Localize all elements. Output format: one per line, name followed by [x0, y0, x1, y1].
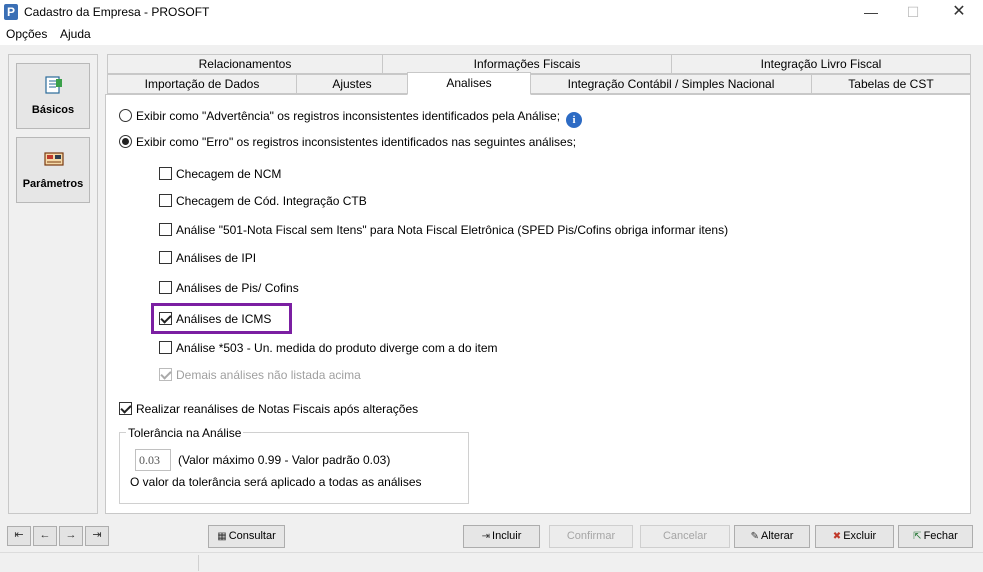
tab-integracao-livro-fiscal[interactable]: Integração Livro Fiscal — [671, 54, 971, 74]
minimize-button[interactable]: — — [848, 0, 894, 25]
checkbox-label: Análise *503 - Un. medida do produto div… — [176, 341, 498, 355]
alterar-button[interactable]: ✎ Alterar — [734, 525, 810, 548]
checkbox-501[interactable] — [159, 223, 172, 236]
checkbox-label: Checagem de Cód. Integração CTB — [176, 194, 367, 208]
check-icms-row[interactable]: Análises de ICMS — [159, 312, 271, 326]
checkbox-label: Demais análises não listada acima — [176, 368, 361, 382]
excluir-button[interactable]: ✖ Excluir — [815, 525, 894, 548]
checkbox-label: Análises de Pis/ Cofins — [176, 281, 299, 295]
button-label: Consultar — [228, 530, 276, 542]
button-label: Excluir — [843, 530, 877, 542]
tab-analises[interactable]: Analises — [407, 72, 531, 95]
checkbox-demais — [159, 368, 172, 381]
tab-informacoes-fiscais[interactable]: Informações Fiscais — [382, 54, 672, 74]
checkbox-label: Análises de IPI — [176, 251, 257, 265]
exit-icon: ⇱ — [913, 531, 922, 542]
button-label: Alterar — [760, 530, 794, 542]
settings-board-icon — [44, 152, 64, 166]
previous-record-button[interactable]: ← — [33, 526, 57, 546]
next-record-button[interactable]: → — [59, 526, 83, 546]
sidebar-item-parametros[interactable]: Parâmetros — [16, 137, 90, 203]
sidebar: Básicos Parâmetros — [8, 54, 98, 514]
tab-tabelas-de-cst[interactable]: Tabelas de CST — [811, 74, 971, 94]
checkbox-ctb[interactable] — [159, 194, 172, 207]
checkbox-pis-cofins[interactable] — [159, 281, 172, 294]
window-title: Cadastro da Empresa - PROSOFT — [24, 5, 210, 19]
tolerancia-input[interactable]: 0.03 — [135, 449, 171, 471]
menu-ajuda[interactable]: Ajuda — [60, 27, 91, 41]
maximize-button[interactable]: ☐ — [890, 0, 936, 25]
status-divider — [198, 555, 199, 571]
radio-erro-label: Exibir como "Erro" os registros inconsis… — [136, 135, 577, 149]
checkbox-ncm[interactable] — [159, 167, 172, 180]
edit-icon: ✎ — [750, 531, 759, 542]
title-bar: P Cadastro da Empresa - PROSOFT — ☐ ✕ — [0, 0, 983, 25]
checkbox-label: Análise "501-Nota Fiscal sem Itens" para… — [176, 223, 729, 237]
check-pis-cofins-row[interactable]: Análises de Pis/ Cofins — [159, 281, 299, 295]
menu-opcoes[interactable]: Opções — [6, 27, 47, 41]
radio-advertencia-row[interactable]: Exibir como "Advertência" os registros i… — [119, 109, 583, 128]
check-ncm-row[interactable]: Checagem de NCM — [159, 167, 281, 181]
tolerancia-note: O valor da tolerância será aplicado a to… — [130, 475, 422, 489]
check-demais-row: Demais análises não listada acima — [159, 368, 361, 382]
first-record-button[interactable]: ⇤ — [7, 526, 31, 546]
info-icon[interactable]: i — [566, 112, 583, 128]
tab-integracao-contabil[interactable]: Integração Contábil / Simples Nacional — [530, 74, 812, 94]
checkbox-ipi[interactable] — [159, 251, 172, 264]
radio-advertencia[interactable] — [119, 109, 132, 122]
tab-relacionamentos[interactable]: Relacionamentos — [107, 54, 383, 74]
button-label: Cancelar — [662, 530, 708, 542]
checkbox-icms[interactable] — [159, 312, 172, 325]
sidebar-item-label: Básicos — [31, 104, 75, 116]
sidebar-item-basicos[interactable]: Básicos — [16, 63, 90, 129]
delete-icon: ✖ — [832, 531, 842, 542]
radio-advertencia-label: Exibir como "Advertência" os registros i… — [136, 109, 561, 123]
menu-bar: Opções Ajuda — [0, 25, 983, 45]
checkbox-reanalise[interactable] — [119, 402, 132, 415]
status-bar — [0, 552, 983, 572]
button-label: Incluir — [492, 530, 522, 542]
check-reanalise-row[interactable]: Realizar reanálises de Notas Fiscais apó… — [119, 402, 418, 416]
consultar-button[interactable]: ▦ Consultar — [208, 525, 285, 548]
check-501-row[interactable]: Análise "501-Nota Fiscal sem Itens" para… — [159, 223, 728, 237]
document-icon — [45, 76, 62, 94]
checkbox-503[interactable] — [159, 341, 172, 354]
checkbox-label: Checagem de NCM — [176, 167, 282, 181]
tab-importacao-de-dados[interactable]: Importação de Dados — [107, 74, 297, 94]
checkbox-label: Análises de ICMS — [176, 312, 272, 326]
fechar-button[interactable]: ⇱ Fechar — [898, 525, 973, 548]
app-logo-icon: P — [4, 4, 18, 20]
tolerancia-desc: (Valor máximo 0.99 - Valor padrão 0.03) — [178, 453, 391, 467]
button-label: Fechar — [923, 530, 958, 542]
incluir-button[interactable]: ⇥ Incluir — [463, 525, 540, 548]
confirmar-button[interactable]: Confirmar — [549, 525, 633, 548]
bottom-toolbar: ⇤ ← → ⇥ ▦ Consultar ⇥ Incluir Confirmar Ca… — [0, 520, 983, 552]
check-ipi-row[interactable]: Análises de IPI — [159, 251, 256, 265]
table-icon: ▦ — [217, 531, 227, 542]
radio-erro-row[interactable]: Exibir como "Erro" os registros inconsis… — [119, 135, 576, 149]
insert-icon: ⇥ — [481, 531, 491, 542]
check-ctb-row[interactable]: Checagem de Cód. Integração CTB — [159, 194, 367, 208]
last-record-button[interactable]: ⇥ — [85, 526, 109, 546]
tolerancia-group: Tolerância na Análise 0.03 (Valor máximo… — [119, 426, 469, 504]
close-button[interactable]: ✕ — [936, 0, 982, 25]
radio-erro[interactable] — [119, 135, 132, 148]
tab-ajustes[interactable]: Ajustes — [296, 74, 408, 94]
cancelar-button[interactable]: Cancelar — [640, 525, 730, 548]
group-title: Tolerância na Análise — [126, 426, 244, 440]
check-503-row[interactable]: Análise *503 - Un. medida do produto div… — [159, 341, 498, 355]
checkbox-label: Realizar reanálises de Notas Fiscais apó… — [136, 402, 419, 416]
button-label: Confirmar — [566, 530, 616, 542]
sidebar-item-label: Parâmetros — [22, 178, 84, 190]
